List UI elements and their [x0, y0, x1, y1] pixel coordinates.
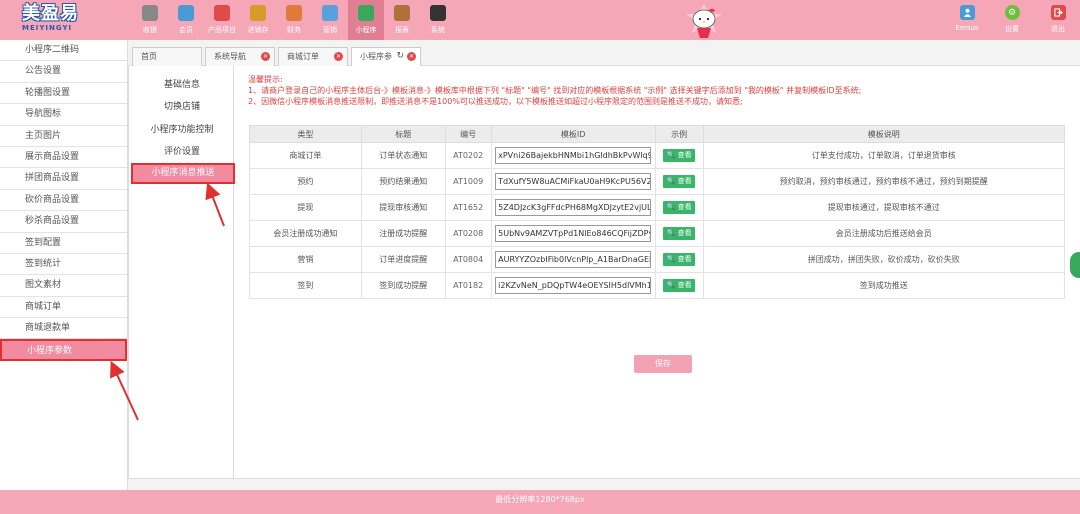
annotation-arrows — [110, 182, 225, 421]
annotation-arrow — [110, 360, 139, 421]
annotation-arrow — [205, 182, 225, 227]
